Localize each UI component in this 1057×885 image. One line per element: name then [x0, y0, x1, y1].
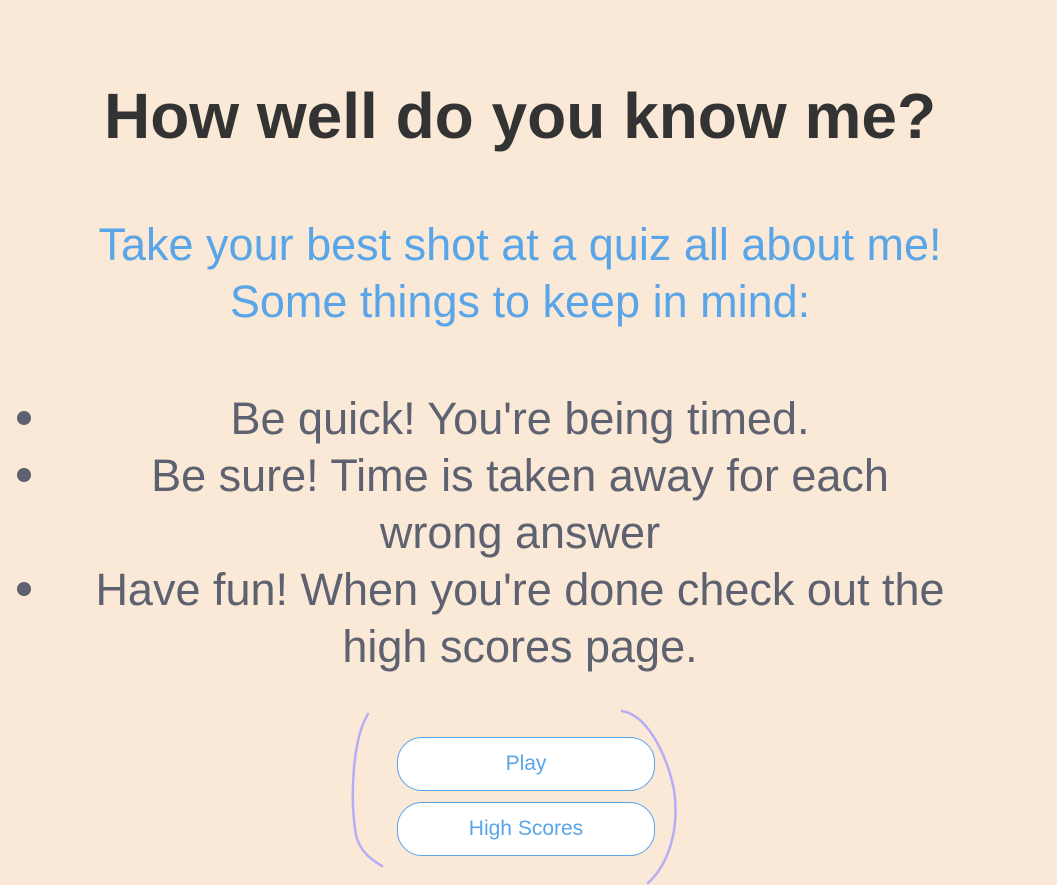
intro-line-1: Take your best shot at a quiz all about …: [98, 219, 942, 270]
list-item: Have fun! When you're done check out the…: [0, 561, 1040, 675]
rule-line: Be quick! You're being timed.: [230, 393, 810, 444]
bullet-icon: [17, 468, 31, 482]
intro-text: Take your best shot at a quiz all about …: [0, 216, 1040, 330]
start-page: How well do you know me? Take your best …: [0, 0, 1057, 885]
list-item: Be sure! Time is taken away for each wro…: [0, 447, 1040, 561]
play-button[interactable]: Play: [397, 737, 655, 791]
rule-line: Have fun! When you're done check out the: [95, 564, 945, 615]
list-item: Be quick! You're being timed.: [0, 390, 1040, 447]
rules-list: Be quick! You're being timed. Be sure! T…: [0, 390, 1040, 675]
page-title: How well do you know me?: [103, 80, 937, 152]
high-scores-button[interactable]: High Scores: [397, 802, 655, 856]
intro-line-2: Some things to keep in mind:: [229, 276, 811, 327]
rule-line: Be sure! Time is taken away for each: [151, 450, 889, 501]
bullet-icon: [17, 582, 31, 596]
rule-line: wrong answer: [379, 507, 661, 558]
bullet-icon: [17, 411, 31, 425]
rule-line: high scores page.: [342, 621, 698, 672]
left-bracket-mark: [351, 712, 384, 868]
